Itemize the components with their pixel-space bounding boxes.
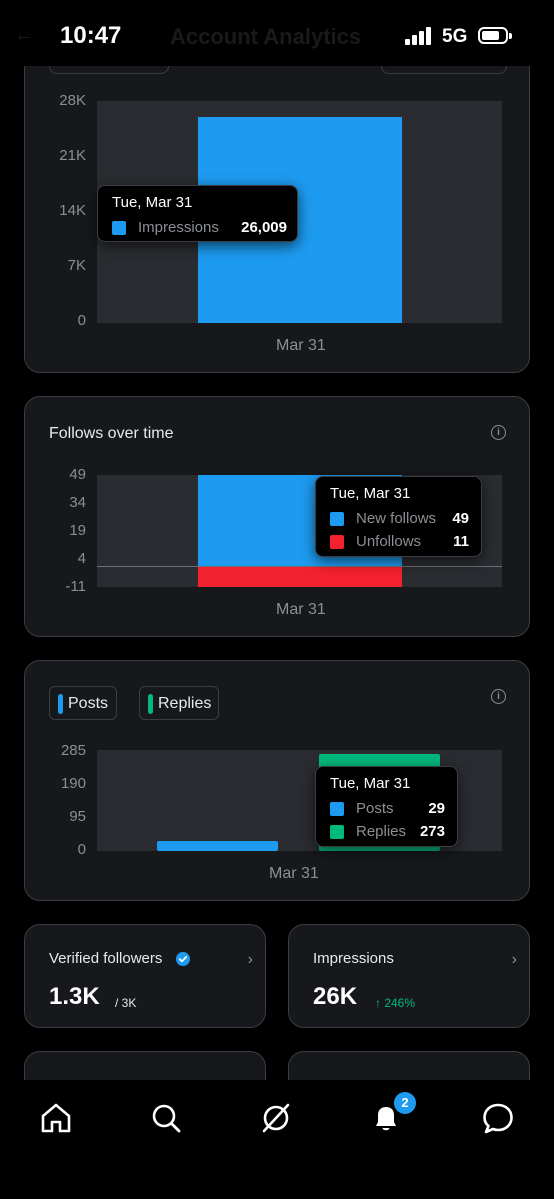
tooltip-label: Unfollows — [356, 533, 422, 550]
stat-title: Verified followers — [49, 950, 163, 967]
replies-swatch — [330, 825, 344, 839]
search-icon[interactable] — [148, 1100, 184, 1136]
stat-value: 1.3K — [49, 983, 100, 1010]
impressions-swatch — [112, 221, 126, 235]
y-tick: -11 — [65, 578, 86, 595]
y-tick: 21K — [59, 147, 86, 164]
y-tick: 190 — [60, 775, 86, 792]
follows-tooltip: Tue, Mar 31 New follows 49 Unfollows 11 — [315, 476, 482, 557]
posts-bar[interactable] — [157, 840, 278, 851]
new-follows-swatch — [330, 512, 344, 526]
zero-line — [97, 566, 502, 568]
stat-title: Impressions — [313, 950, 394, 967]
tooltip-date: Tue, Mar 31 — [330, 775, 411, 792]
verified-followers-card[interactable]: Verified followers › 1.3K / 3K — [24, 924, 266, 1028]
y-tick: 34 — [69, 494, 86, 511]
y-tick: 0 — [77, 312, 86, 329]
signal-icon — [405, 27, 435, 45]
chip-label: Replies — [158, 695, 212, 712]
y-tick: 19 — [69, 522, 86, 539]
y-tick: 4 — [77, 550, 86, 567]
y-tick: 0 — [77, 841, 86, 858]
verified-badge-icon — [176, 952, 190, 966]
notification-count-badge: 2 — [394, 1092, 416, 1114]
grok-icon[interactable] — [258, 1100, 294, 1136]
chevron-right-icon: › — [247, 951, 253, 968]
posts-tooltip: Tue, Mar 31 Posts 29 Replies 273 — [315, 766, 458, 847]
y-tick: 14K — [59, 202, 86, 219]
impressions-tooltip: Tue, Mar 31 Impressions 26,009 — [97, 185, 298, 242]
tooltip-date: Tue, Mar 31 — [112, 194, 193, 211]
y-tick: 7K — [67, 257, 86, 274]
follows-chart-title: Follows over time — [49, 425, 174, 442]
back-arrow-icon[interactable]: ← — [14, 24, 34, 47]
tooltip-value: 49 — [452, 510, 469, 527]
y-tick: 28K — [59, 92, 86, 109]
x-axis-label: Mar 31 — [276, 337, 326, 354]
tooltip-value: 273 — [419, 823, 445, 840]
stat-suffix: / 3K — [115, 996, 137, 1010]
tooltip-value: 26,009 — [241, 219, 287, 236]
status-bar: ← Account Analytics 10:47 5G — [0, 0, 554, 66]
stat-value: 26K — [313, 983, 358, 1010]
home-icon[interactable] — [38, 1100, 74, 1136]
status-time: 10:47 — [60, 22, 122, 49]
network-label: 5G — [442, 26, 468, 47]
tooltip-label: Replies — [356, 823, 407, 840]
info-icon[interactable]: i — [491, 425, 506, 440]
impressions-stat-card[interactable]: Impressions › 26K ↑ 246% — [288, 924, 530, 1028]
messages-icon[interactable] — [480, 1100, 516, 1136]
tooltip-value: 11 — [453, 533, 469, 550]
tooltip-label: Posts — [356, 800, 394, 817]
page-title: Account Analytics — [170, 24, 362, 49]
tooltip-date: Tue, Mar 31 — [330, 485, 411, 502]
bottom-tab-bar — [0, 1080, 554, 1199]
tooltip-series: Impressions — [138, 219, 219, 236]
posts-toggle-chip[interactable]: Posts — [49, 686, 117, 720]
stat-change: ↑ 246% — [375, 996, 416, 1010]
tooltip-value: 29 — [428, 800, 445, 817]
x-axis-label: Mar 31 — [269, 865, 319, 882]
tooltip-label: New follows — [356, 510, 437, 527]
y-tick: 285 — [60, 742, 86, 759]
y-tick: 95 — [69, 808, 86, 825]
chip-label: Posts — [68, 695, 109, 712]
unfollows-swatch — [330, 535, 344, 549]
battery-icon — [478, 27, 512, 44]
unfollows-bar[interactable] — [198, 566, 402, 587]
y-tick: 49 — [69, 466, 86, 483]
replies-toggle-chip[interactable]: Replies — [139, 686, 219, 720]
info-icon[interactable]: i — [491, 689, 506, 704]
chevron-right-icon: › — [511, 951, 517, 968]
posts-swatch — [330, 802, 344, 816]
x-axis-label: Mar 31 — [276, 601, 326, 618]
